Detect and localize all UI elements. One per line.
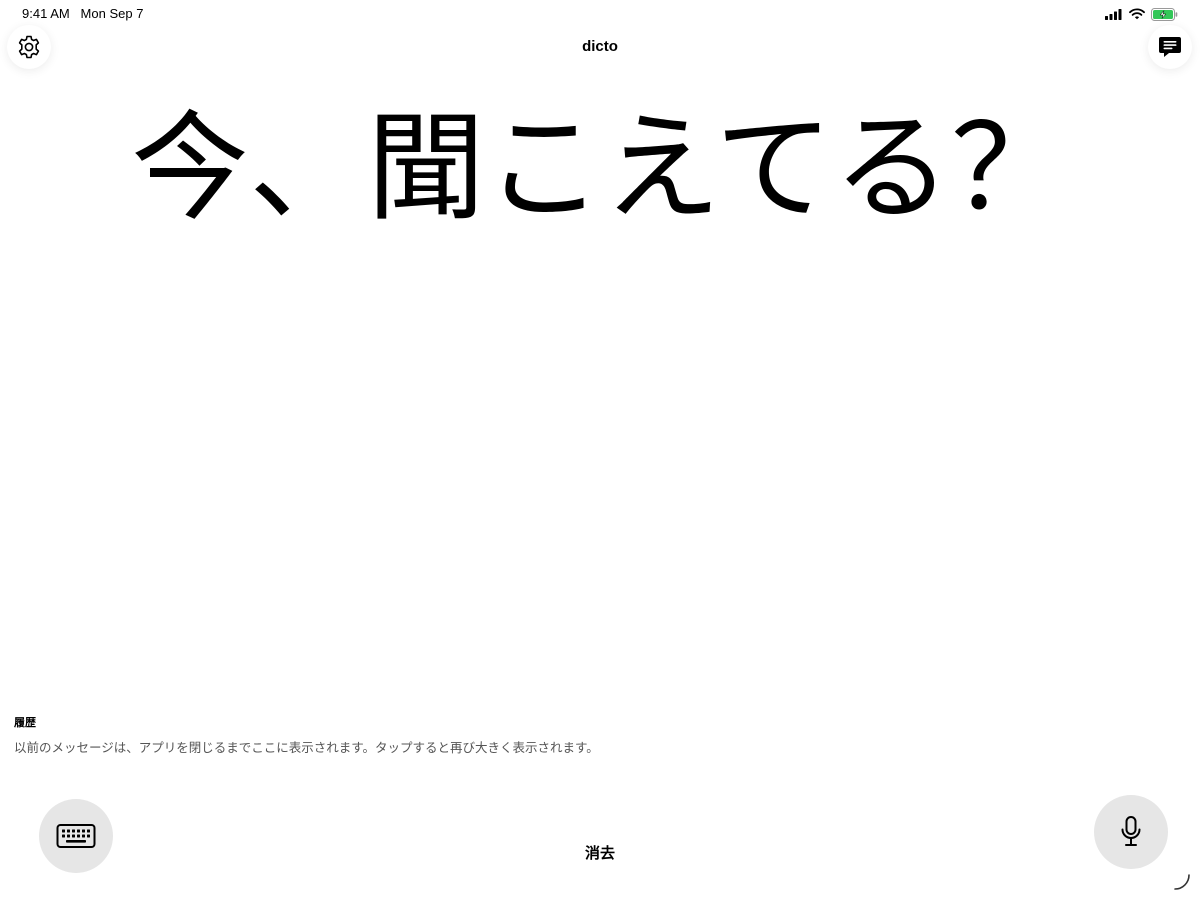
history-heading: 履歴 (14, 716, 36, 729)
status-indicators (1105, 6, 1178, 22)
keyboard-icon (56, 824, 96, 848)
wifi-icon (1129, 8, 1145, 20)
status-date: Mon Sep 7 (80, 6, 144, 21)
keyboard-button[interactable] (39, 799, 113, 873)
current-message[interactable]: 今、聞こえてる？ (40, 98, 1160, 238)
gear-icon (18, 35, 40, 59)
clear-button[interactable]: 消去 (540, 842, 660, 863)
status-bar: 9:41 AM Mon Sep 7 (0, 0, 1200, 28)
chat-bubble-icon (1159, 37, 1181, 57)
signal-icon (1105, 9, 1122, 20)
settings-button[interactable] (7, 25, 51, 69)
history-description: 以前のメッセージは、アプリを閉じるまでここに表示されます。タップすると再び大きく… (14, 740, 599, 755)
app-title: dicto (582, 38, 618, 55)
loading-arc-icon (1174, 874, 1190, 890)
microphone-icon (1121, 816, 1141, 846)
chat-button[interactable] (1148, 25, 1192, 69)
status-clock: 9:41 AM (22, 6, 70, 21)
microphone-button[interactable] (1094, 795, 1168, 869)
status-time: 9:41 AM Mon Sep 7 (22, 6, 143, 21)
app-screen: 9:41 AM Mon Sep 7 dicto 今、聞こえてる？ 履歴 以前のメ… (0, 0, 1200, 900)
battery-charging-icon (1151, 7, 1178, 21)
